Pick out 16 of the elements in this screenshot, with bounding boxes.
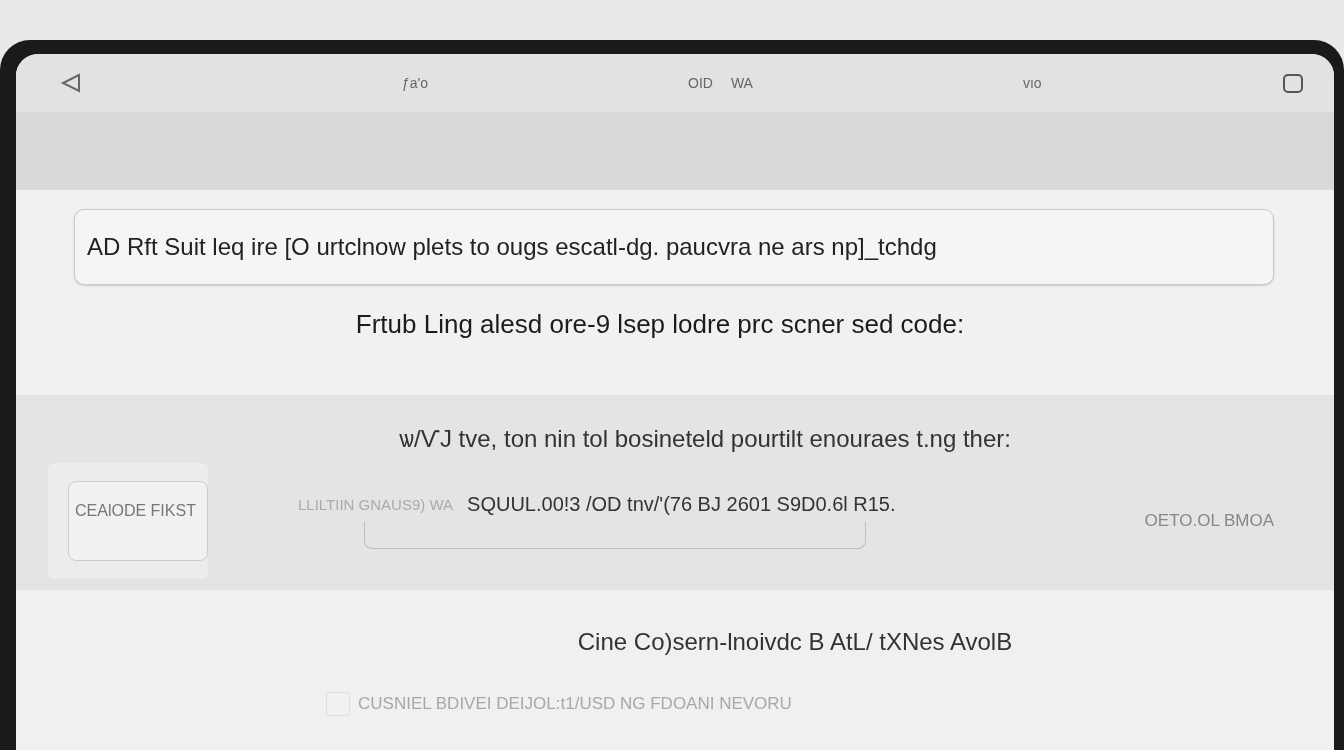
action-button[interactable]: CEAlODE FIKST [68, 481, 208, 561]
footer-text: Cine Co)sern-lnoivdc B AtL/ tXNes AvolB [576, 628, 1014, 656]
status-text: vıo [1022, 75, 1042, 91]
checkbox-label: CUSNIEL BDIVEI DEIJOL:t1/USD NG FDOANI NEVORU [358, 694, 792, 714]
input-field[interactable]: AD Rft Suit leq ire [O urtclnow plets to ougs escatl-dg. paucvra ne ars np]_tchdg [74, 209, 1274, 285]
back-icon[interactable] [60, 72, 82, 94]
input-field[interactable] [364, 522, 866, 549]
status-text: WA [730, 75, 753, 91]
panel-text: ѡ/ѴJ tve, ton nin tol bosineteld pourtilt enouraes t.ng ther: [398, 425, 1012, 453]
status-text: ƒa'o [402, 75, 429, 91]
square-icon[interactable] [1282, 72, 1304, 94]
panel-text: OETO.OL BMOA [1144, 511, 1274, 531]
heading: Frtub Ling alesd ore-9 lsep lodre prc scner sed code: [354, 309, 966, 340]
status-text: OID [688, 75, 713, 91]
field-value: SQUUL.00!3 /OD tnv/'(76 BJ 2601 S9D0.6l R15. [467, 493, 896, 516]
field-label: LLILTIIN GNAUS9) WA [298, 496, 454, 513]
